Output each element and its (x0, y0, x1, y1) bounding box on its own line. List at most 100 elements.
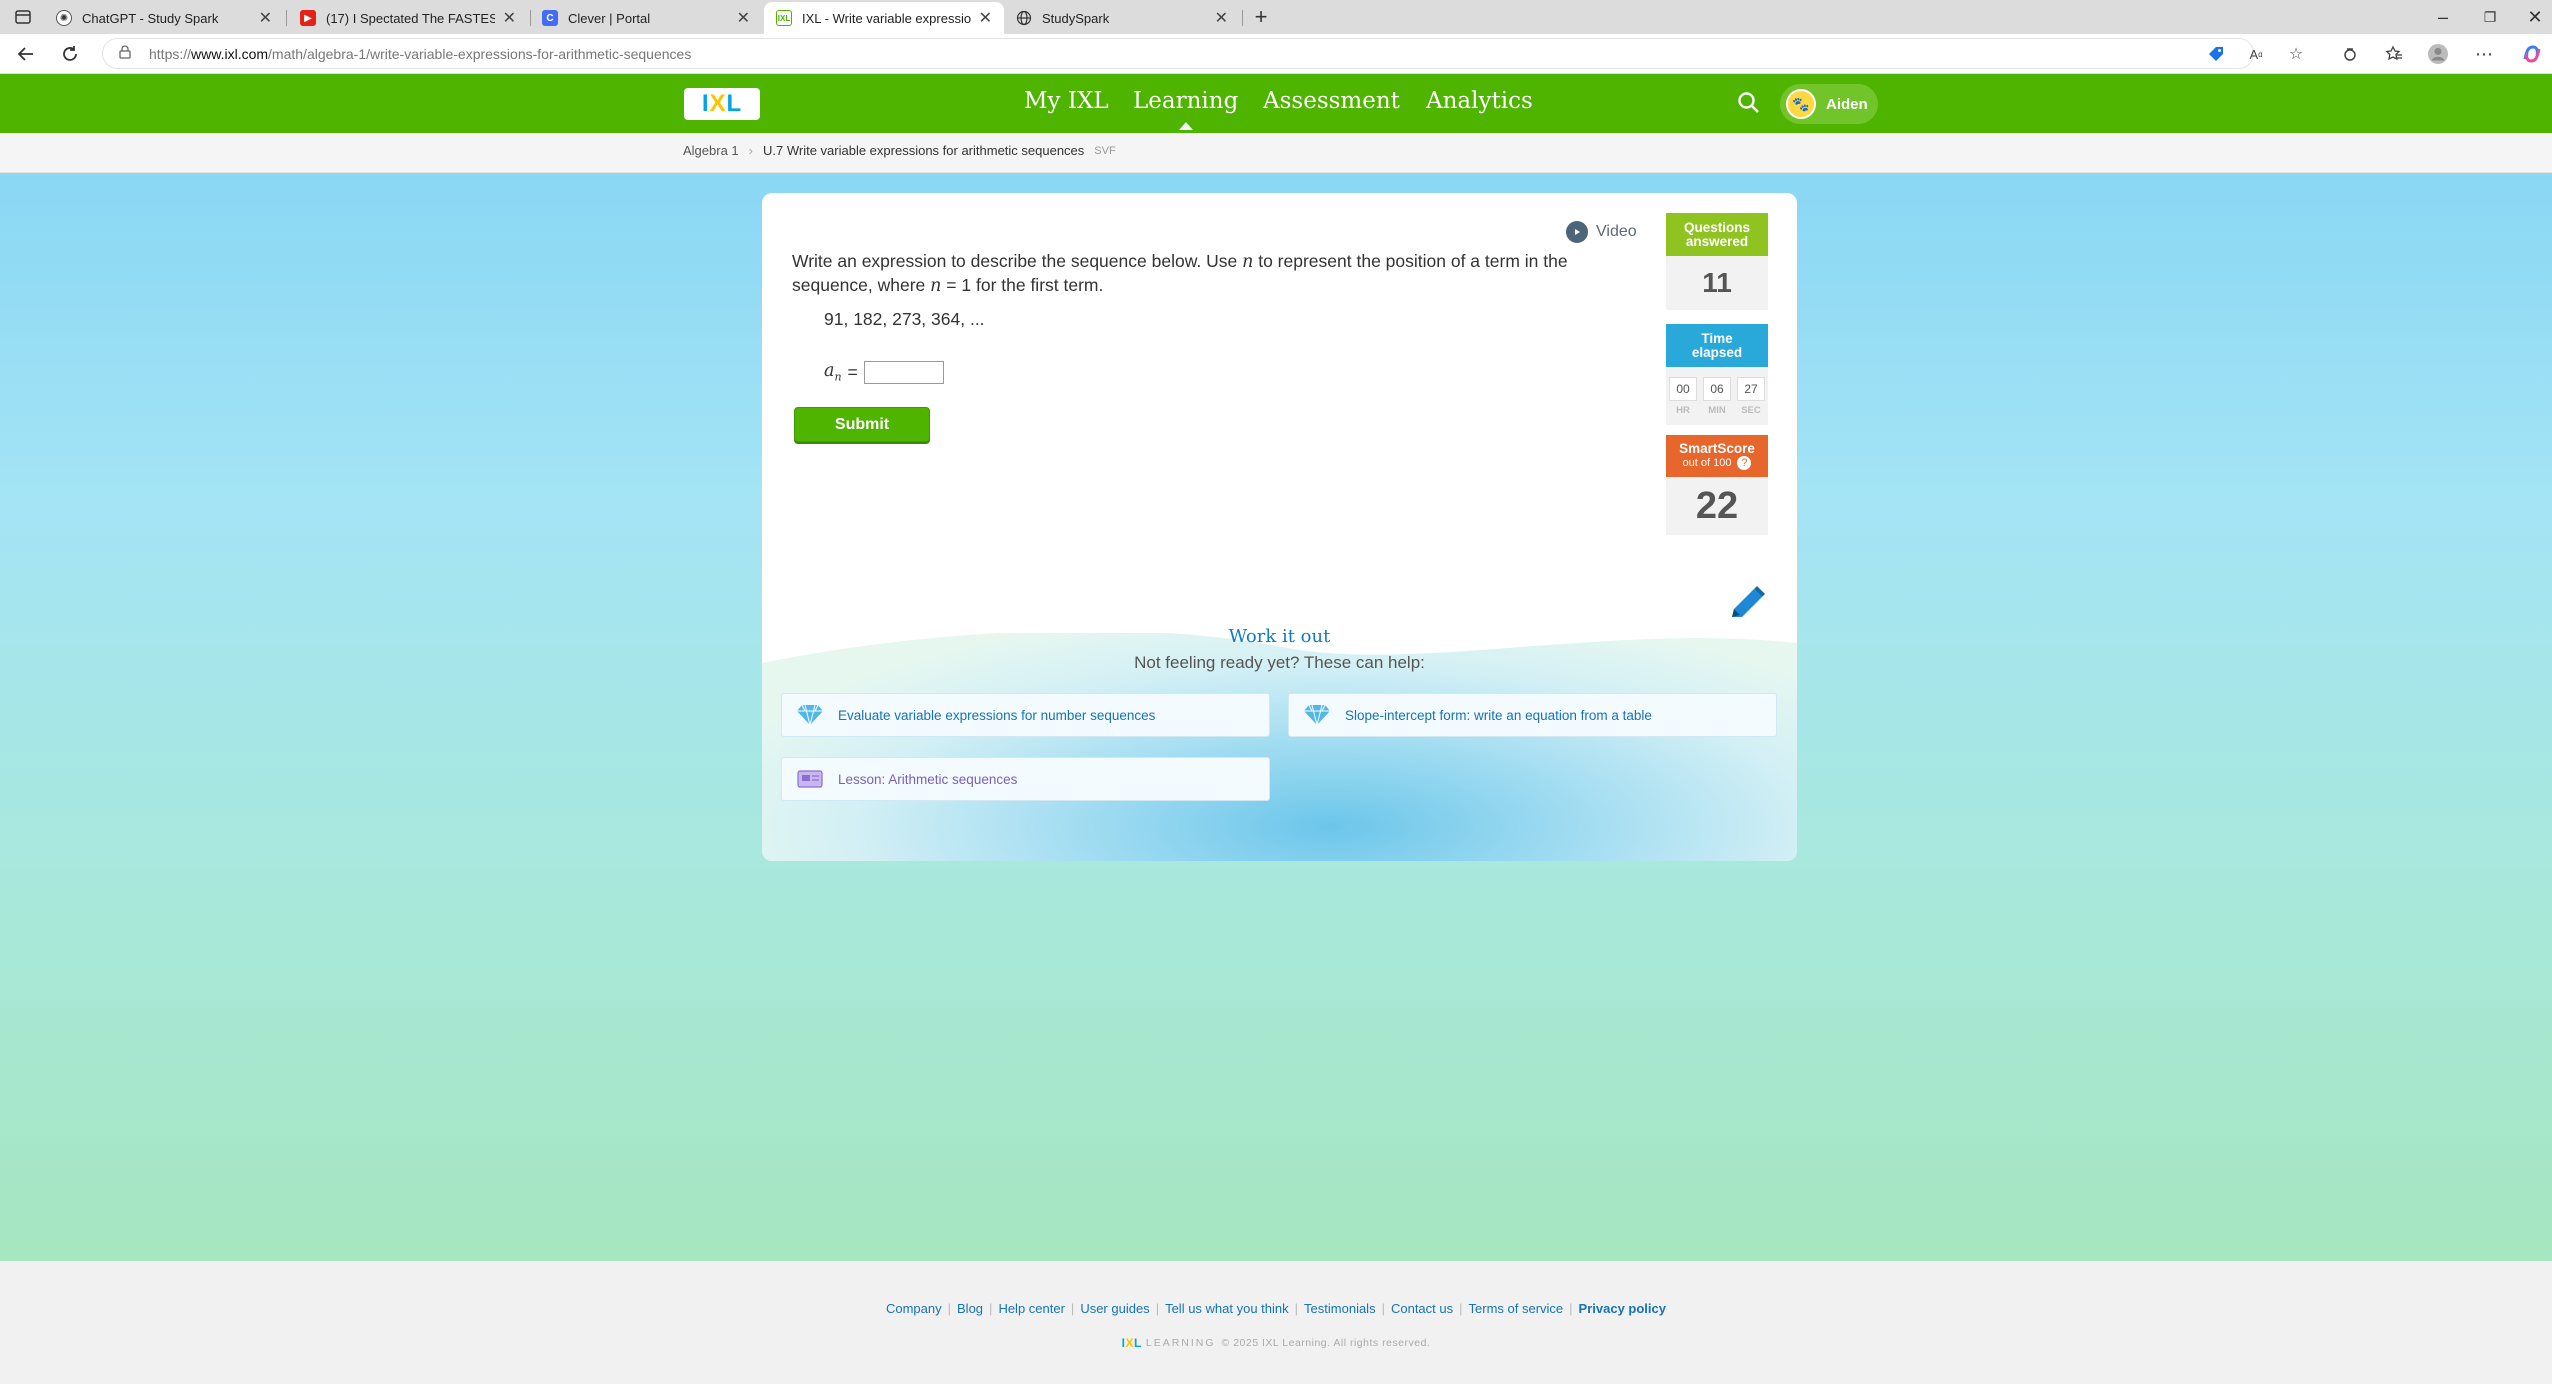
browser-tab-youtube[interactable]: ▶ (17) I Spectated The FASTEST Fort ✕ (288, 2, 528, 34)
practice-card: Video Write an expression to describe th… (762, 193, 1797, 861)
tab-title: IXL - Write variable expressions fo (802, 10, 971, 26)
breadcrumb-bar: Algebra 1 › U.7 Write variable expressio… (0, 133, 2552, 173)
time-hours: 00 (1669, 376, 1697, 401)
youtube-icon: ▶ (300, 10, 316, 26)
related-skill-link[interactable]: Slope-intercept form: write an equation … (1288, 693, 1777, 737)
back-icon[interactable] (14, 42, 38, 66)
footer-copyright: IXL LEARNING © 2025 IXL Learning. All ri… (1121, 1336, 1431, 1350)
read-aloud-icon[interactable]: Aɑ (2244, 42, 2268, 66)
footer-link-company[interactable]: Company (886, 1301, 942, 1316)
nav-my-ixl[interactable]: My IXL (1024, 88, 1109, 114)
ixl-logo[interactable]: IXL (684, 88, 760, 120)
new-tab-icon[interactable]: + (1248, 4, 1274, 30)
work-it-out-title: Work it out (1228, 626, 1331, 647)
work-it-out-subtitle: Not feeling ready yet? These can help: (1134, 653, 1425, 672)
url-field[interactable]: https://www.ixl.com/math/algebra-1/write… (102, 38, 2254, 69)
url-prefix: https:// (149, 45, 192, 62)
avatar: 🐾 (1786, 89, 1816, 119)
footer-link-contact[interactable]: Contact us (1391, 1301, 1453, 1316)
user-menu[interactable]: 🐾 Aiden (1780, 84, 1878, 124)
questions-answered-label: Questions answered (1666, 213, 1768, 256)
time-elapsed-clock: 00 06 27 HR MIN SEC (1666, 367, 1768, 425)
help-icon[interactable]: ? (1737, 456, 1752, 470)
browser-tab-bar: ✺ ChatGPT - Study Spark ✕ ▶ (17) I Spect… (0, 0, 2552, 34)
tab-title: ChatGPT - Study Spark (82, 10, 219, 26)
diamond-icon (1303, 703, 1331, 727)
clever-icon: C (542, 10, 558, 26)
restore-icon[interactable]: ❐ (2477, 4, 2503, 30)
breadcrumb-parent[interactable]: Algebra 1 (683, 143, 739, 158)
ixl-icon: IXL (776, 10, 792, 26)
extensions-icon[interactable] (2338, 42, 2362, 66)
more-menu-icon[interactable]: ⋯ (2472, 42, 2496, 66)
chevron-right-icon: › (748, 143, 753, 158)
minimize-icon[interactable]: – (2430, 4, 2456, 30)
help-item-label: Evaluate variable expressions for number… (838, 707, 1156, 723)
time-seconds: 27 (1737, 376, 1765, 401)
footer-link-testimonials[interactable]: Testimonials (1304, 1301, 1376, 1316)
footer-link-blog[interactable]: Blog (957, 1301, 983, 1316)
questions-answered-count: 11 (1666, 256, 1768, 310)
breadcrumb: Algebra 1 › U.7 Write variable expressio… (683, 143, 1116, 158)
ixl-learning-logo: IXL (1121, 1336, 1142, 1350)
smartscore-label: SmartScore out of 100? (1666, 435, 1768, 477)
url-host: www.ixl.com (191, 45, 269, 62)
answer-variable: an (824, 361, 842, 384)
close-tab-icon[interactable]: ✕ (503, 8, 516, 28)
lesson-link[interactable]: Lesson: Arithmetic sequences (781, 757, 1270, 801)
nav-assessment[interactable]: Assessment (1263, 88, 1400, 114)
ixl-top-nav: IXL My IXL Learning Assessment Analytics… (0, 74, 2552, 133)
help-item-label: Slope-intercept form: write an equation … (1345, 707, 1652, 723)
tab-divider (286, 10, 287, 26)
browser-tab-clever[interactable]: C Clever | Portal ✕ (530, 2, 762, 34)
favorite-star-icon[interactable]: ☆ (2284, 42, 2308, 66)
answer-input[interactable] (863, 361, 944, 384)
close-tab-icon[interactable]: ✕ (259, 8, 272, 28)
reload-icon[interactable] (58, 42, 82, 66)
skill-code: SVF (1094, 144, 1116, 157)
browser-tab-studyspark[interactable]: StudySpark ✕ (1004, 2, 1240, 34)
related-skill-link[interactable]: Evaluate variable expressions for number… (781, 693, 1270, 737)
footer-links: Company | Blog | Help center | User guides |… (885, 1301, 1666, 1316)
video-link[interactable]: Video (1566, 221, 1637, 243)
breadcrumb-current: U.7 Write variable expressions for arith… (763, 143, 1085, 158)
footer-link-terms[interactable]: Terms of service (1469, 1301, 1564, 1316)
page-footer: Company | Blog | Help center | User guides |… (0, 1261, 2552, 1384)
browser-tab-chatgpt[interactable]: ✺ ChatGPT - Study Spark ✕ (44, 2, 284, 34)
chatgpt-icon: ✺ (56, 10, 72, 26)
sequence-terms: 91, 182, 273, 364, ... (824, 309, 985, 329)
tab-divider (1242, 10, 1243, 26)
copilot-icon[interactable] (2520, 42, 2544, 66)
footer-link-user-guides[interactable]: User guides (1080, 1301, 1149, 1316)
tab-title: (17) I Spectated The FASTEST Fort (326, 10, 495, 26)
video-label: Video (1596, 223, 1637, 240)
question-prompt: Write an expression to describe the sequ… (792, 251, 1568, 296)
equals-sign: = (847, 362, 858, 382)
smartscore-value: 22 (1666, 477, 1768, 535)
answer-row: an = (824, 361, 944, 384)
close-window-icon[interactable]: ✕ (2522, 4, 2548, 30)
footer-link-feedback[interactable]: Tell us what you think (1165, 1301, 1289, 1316)
pencil-icon[interactable] (1724, 583, 1768, 627)
time-minutes: 06 (1703, 376, 1731, 401)
help-item-label: Lesson: Arithmetic sequences (838, 771, 1018, 787)
footer-link-privacy[interactable]: Privacy policy (1579, 1301, 1666, 1316)
shopping-tag-icon[interactable] (2204, 42, 2228, 66)
nav-learning[interactable]: Learning (1133, 88, 1238, 130)
tab-title: StudySpark (1042, 10, 1110, 26)
tab-actions-icon[interactable] (10, 4, 36, 30)
submit-button[interactable]: Submit (794, 407, 930, 442)
lock-icon (119, 45, 131, 62)
close-tab-icon[interactable]: ✕ (737, 8, 750, 28)
footer-link-help-center[interactable]: Help center (998, 1301, 1064, 1316)
profile-avatar-icon[interactable] (2426, 42, 2450, 66)
browser-tab-ixl[interactable]: IXL IXL - Write variable expressions fo … (764, 2, 1004, 34)
search-icon[interactable] (1736, 90, 1762, 116)
user-name: Aiden (1826, 95, 1868, 113)
close-tab-icon[interactable]: ✕ (979, 8, 992, 28)
url-path: /math/algebra-1/write-variable-expressio… (268, 45, 692, 62)
close-tab-icon[interactable]: ✕ (1215, 8, 1228, 28)
nav-analytics[interactable]: Analytics (1426, 88, 1533, 114)
favorites-collections-icon[interactable] (2382, 42, 2406, 66)
diamond-icon (796, 703, 824, 727)
